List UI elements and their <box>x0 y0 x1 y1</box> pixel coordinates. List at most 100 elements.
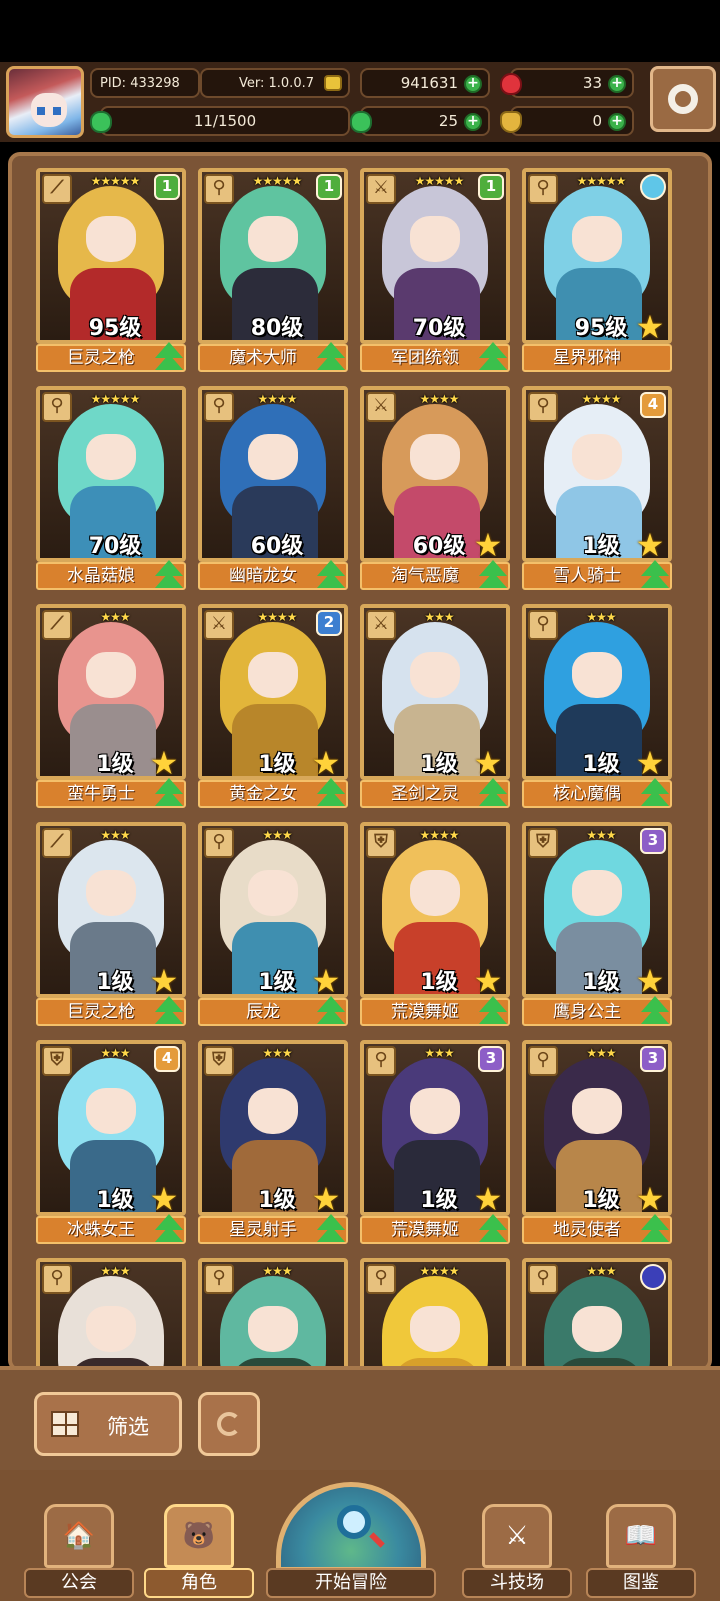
character-name: 淘气恶魔 <box>391 566 459 586</box>
reset-filter-button[interactable] <box>198 1392 260 1456</box>
star-rating: ★★★★ <box>581 392 621 406</box>
character-panel[interactable]: ⟋ ★★★★★ 1 95级 巨灵之枪 ⚲ ★★★★★ 1 80级 魔术大师 ⚔ ★★★★★ 1 70级 军团… <box>8 152 712 1372</box>
level-up-arrow-icon <box>152 778 186 810</box>
portrait-face <box>86 1088 136 1134</box>
character-portrait: ⛨ ★★★ 1级 ★ <box>198 1040 348 1216</box>
level-up-arrow-icon <box>476 342 510 374</box>
character-name: 荒漠舞姬 <box>391 1002 459 1022</box>
rank-badge: 3 <box>640 828 666 854</box>
character-name: 水晶菇娘 <box>67 566 135 586</box>
orb-badge-icon <box>640 1264 666 1290</box>
character-name: 蛮牛勇士 <box>67 784 135 804</box>
avatar-eye <box>53 107 61 115</box>
character-card[interactable]: ⟋ ★★★ 1级 ★ 巨灵之枪 <box>36 822 186 1026</box>
settings-button[interactable] <box>650 66 716 132</box>
character-card[interactable]: ⚲ ★★★ 1级 ★ 辰龙 <box>198 822 348 1026</box>
portrait-face <box>86 434 136 480</box>
character-card[interactable]: ⛨ ★★★★ 1级 ★ 荒漠舞姬 <box>360 822 510 1026</box>
character-portrait: ⚲ ★★★ 1级 ★ <box>522 604 672 780</box>
character-card[interactable]: ⟋ ★★★★★ 1 95级 巨灵之枪 <box>36 168 186 372</box>
filter-bar: 筛选 <box>0 1366 720 1470</box>
potion-amount: 0 <box>592 112 602 130</box>
nav-character[interactable]: 🐻 角色 <box>144 1502 254 1598</box>
character-card[interactable]: ⚔ ★★★★ 60级 ★ 淘气恶魔 <box>360 386 510 590</box>
add-clover-button[interactable]: + <box>464 113 482 131</box>
character-portrait: ⚲ ★★★★ 4 1级 ★ <box>522 386 672 562</box>
character-portrait: ⛨ ★★★★ 1级 ★ <box>360 822 510 998</box>
character-card[interactable]: ⟋ ★★★ 1级 ★ 蛮牛勇士 <box>36 604 186 808</box>
avatar-eye <box>37 107 45 115</box>
player-avatar[interactable] <box>6 66 84 138</box>
character-card[interactable]: ⚲ ★★★ <box>198 1258 348 1368</box>
level-up-arrow-icon <box>152 560 186 592</box>
wand-icon: ⚲ <box>204 174 234 204</box>
character-portrait: ⚔ ★★★★ 60级 ★ <box>360 386 510 562</box>
portrait-face <box>572 1306 622 1352</box>
character-card[interactable]: ⚲ ★★★★★ 1 80级 魔术大师 <box>198 168 348 372</box>
star-rating: ★★★ <box>262 1046 292 1060</box>
add-ruby-button[interactable]: + <box>608 75 626 93</box>
character-card[interactable]: ⚔ ★★★★★ 1 70级 军团统领 <box>360 168 510 372</box>
character-card[interactable]: ⛨ ★★★ 1级 ★ 星灵射手 <box>198 1040 348 1244</box>
clover-icon <box>350 111 372 133</box>
wand-icon: ⚲ <box>42 1264 72 1294</box>
star-rating: ★★★ <box>586 610 616 624</box>
character-card[interactable]: ⚲ ★★★ 3 1级 ★ 地灵使者 <box>522 1040 672 1244</box>
spear-icon: ⟋ <box>42 828 72 858</box>
level-up-arrow-icon <box>638 1214 672 1246</box>
star-rating: ★★★★★ <box>576 174 627 188</box>
add-potion-button[interactable]: + <box>608 113 626 131</box>
star-upgrade-icon: ★ <box>635 744 665 780</box>
character-card[interactable]: ⚔ ★★★ 1级 ★ 圣剑之灵 <box>360 604 510 808</box>
player-id: PID: 433298 <box>90 68 200 98</box>
character-card[interactable]: ⚲ ★★★★ <box>360 1258 510 1368</box>
character-card[interactable]: ⚲ ★★★ 1级 ★ 核心魔偶 <box>522 604 672 808</box>
gem-badge-icon <box>640 174 666 200</box>
filter-button[interactable]: 筛选 <box>34 1392 182 1456</box>
add-gold-button[interactable]: + <box>464 75 482 93</box>
star-rating: ★★★ <box>262 1264 292 1278</box>
star-rating: ★★★★★ <box>90 392 141 406</box>
character-name: 圣剑之灵 <box>391 784 459 804</box>
character-card[interactable]: ⚲ ★★★ 3 1级 ★ 荒漠舞姬 <box>360 1040 510 1244</box>
portrait-face <box>86 216 136 262</box>
nav-guild[interactable]: 🏠 公会 <box>24 1502 134 1598</box>
character-card[interactable]: ⚔ ★★★★ 2 1级 ★ 黄金之女 <box>198 604 348 808</box>
star-upgrade-icon: ★ <box>473 526 503 562</box>
character-name: 巨灵之枪 <box>67 1002 135 1022</box>
nav-codex[interactable]: 📖 图鉴 <box>586 1502 696 1598</box>
wand-icon: ⚲ <box>528 174 558 204</box>
level-up-arrow-icon <box>152 342 186 374</box>
character-portrait: ⚲ ★★★★★ 95级 ★ <box>522 168 672 344</box>
character-card[interactable]: ⚲ ★★★★★ 95级 ★ 星界邪神 <box>522 168 672 372</box>
character-card[interactable]: ⛨ ★★★ 3 1级 ★ 鹰身公主 <box>522 822 672 1026</box>
character-card[interactable]: ⚲ ★★★ <box>36 1258 186 1368</box>
character-name: 黄金之女 <box>229 784 297 804</box>
star-upgrade-icon: ★ <box>149 962 179 998</box>
character-name: 辰龙 <box>246 1002 280 1022</box>
book-icon: 📖 <box>606 1504 676 1568</box>
character-card[interactable]: ⚲ ★★★★★ 70级 水晶菇娘 <box>36 386 186 590</box>
character-name-bar: 星界邪神 <box>522 344 672 372</box>
character-portrait: ⚲ ★★★ <box>198 1258 348 1368</box>
nav-character-label: 角色 <box>144 1568 254 1598</box>
wand-icon: ⚲ <box>528 610 558 640</box>
character-portrait: ⟋ ★★★★★ 1 95级 <box>36 168 186 344</box>
wand-icon: ⚲ <box>528 392 558 422</box>
wand-icon: ⚲ <box>366 1264 396 1294</box>
nav-arena[interactable]: ⚔ 斗技场 <box>462 1502 572 1598</box>
nav-adventure[interactable]: 开始冒险 <box>266 1482 436 1598</box>
star-upgrade-icon: ★ <box>149 744 179 780</box>
character-card[interactable]: ⚲ ★★★★ 60级 幽暗龙女 <box>198 386 348 590</box>
bottom-nav: 🏠 公会 🐻 角色 开始冒险 ⚔ 斗技场 📖 图鉴 <box>0 1470 720 1601</box>
character-card[interactable]: ⚲ ★★★ <box>522 1258 672 1368</box>
sword-icon: ⚔ <box>366 392 396 422</box>
portrait-face <box>248 1088 298 1134</box>
star-rating: ★★★ <box>586 828 616 842</box>
character-card[interactable]: ⚲ ★★★★ 4 1级 ★ 雪人骑士 <box>522 386 672 590</box>
character-card[interactable]: ⛨ ★★★ 4 1级 ★ 冰蛛女王 <box>36 1040 186 1244</box>
potion-counter: 0 + <box>500 106 634 136</box>
wand-icon: ⚲ <box>42 392 72 422</box>
version-text: Ver: 1.0.0.7 <box>239 75 314 91</box>
sword-icon: ⚔ <box>204 610 234 640</box>
